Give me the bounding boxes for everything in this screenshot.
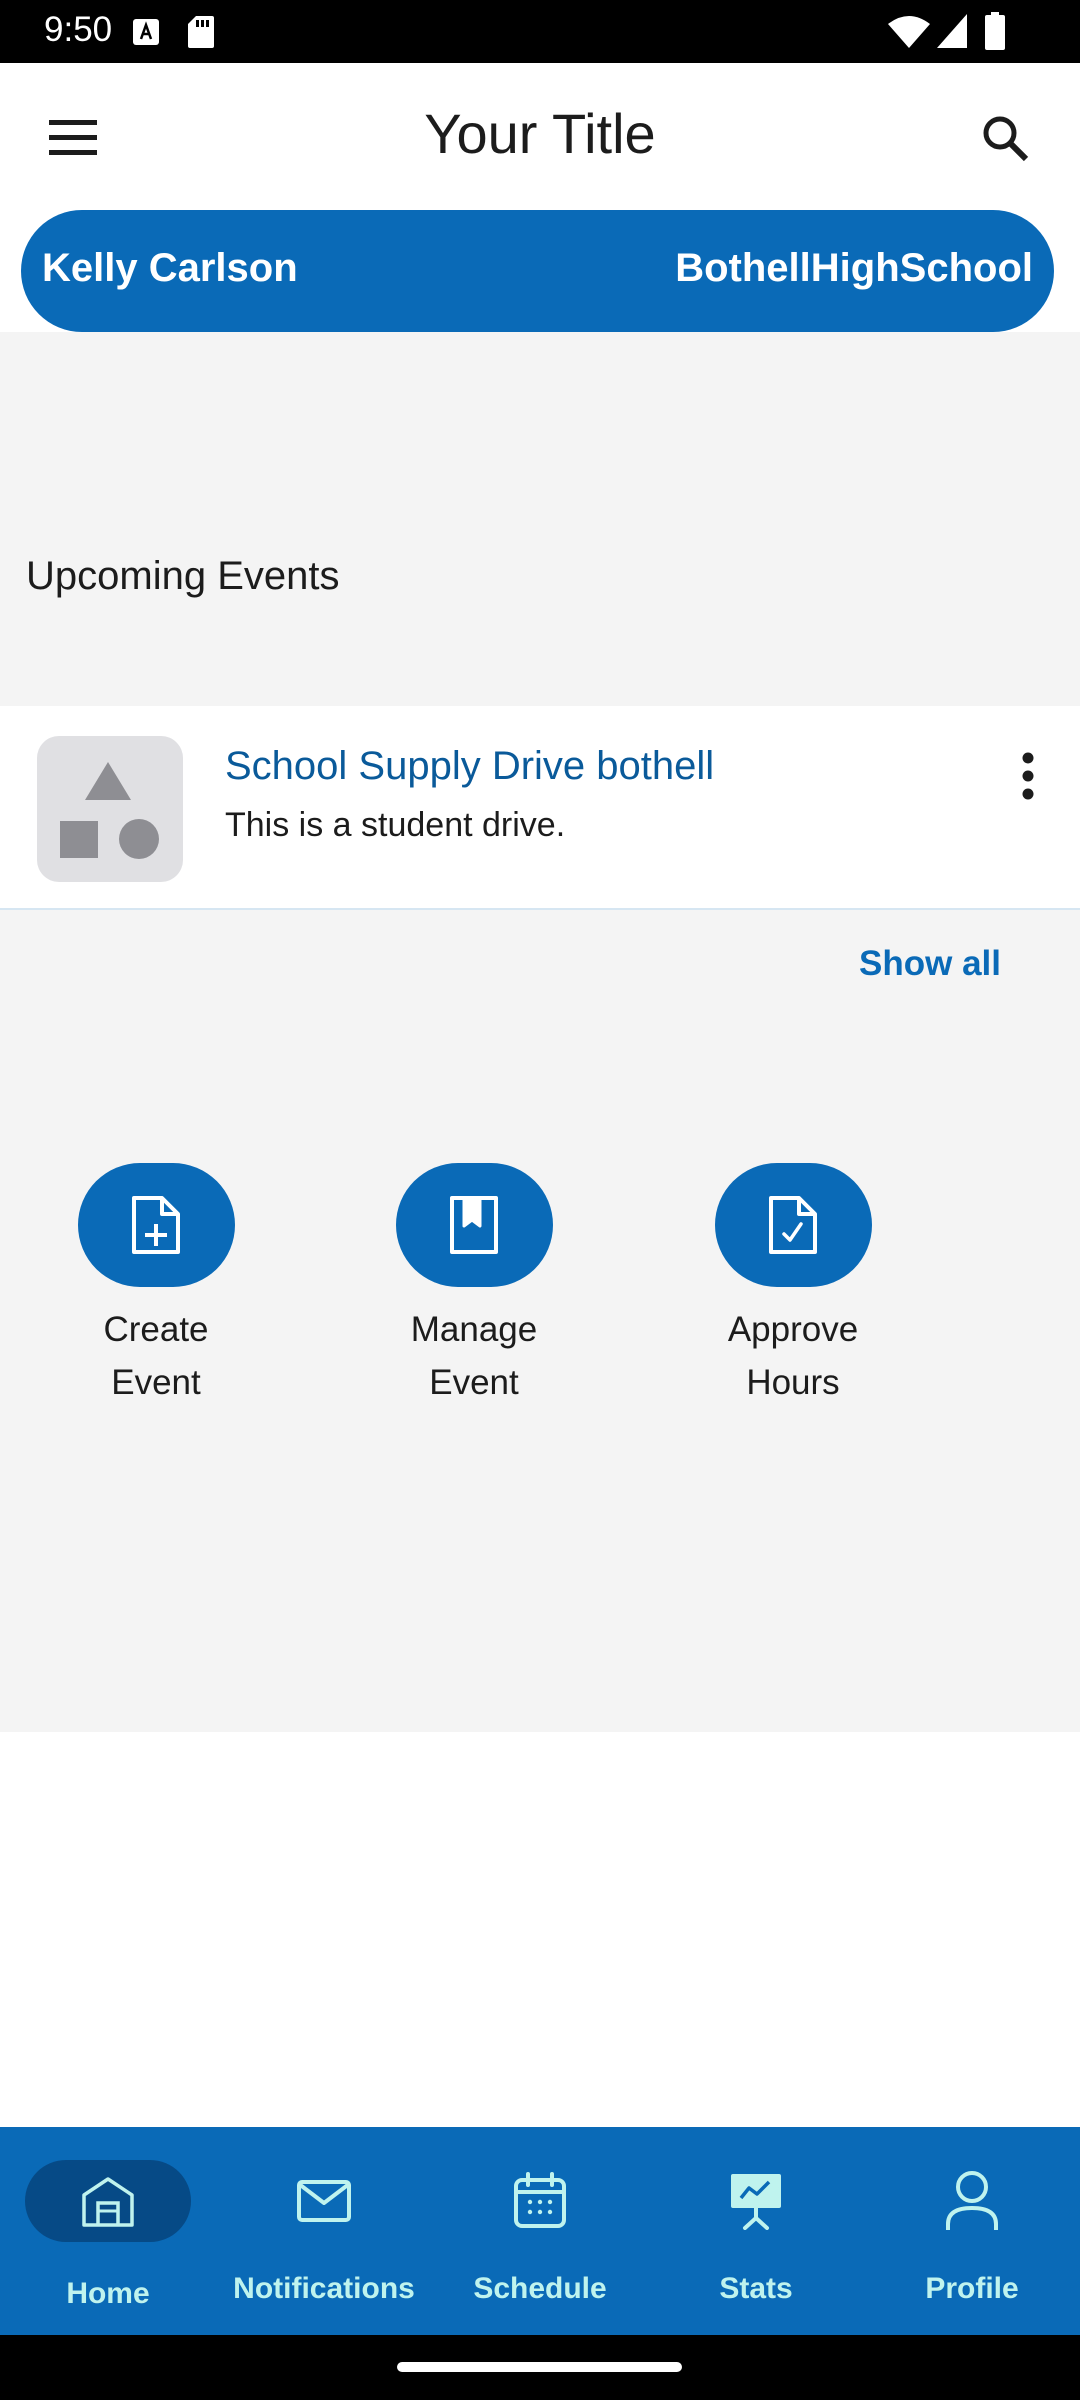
signal-icon bbox=[937, 14, 967, 48]
shapes-placeholder-icon bbox=[60, 762, 159, 859]
manage-event-button[interactable] bbox=[395, 1163, 553, 1287]
nav-active-indicator bbox=[25, 2160, 191, 2242]
action-label-line: Create bbox=[103, 1310, 209, 1349]
create-event-action[interactable]: Create Event bbox=[46, 1163, 266, 1409]
home-gesture-handle[interactable] bbox=[397, 2362, 682, 2372]
status-time: 9:50 bbox=[44, 10, 113, 49]
wifi-icon bbox=[888, 16, 930, 48]
action-label-line: Approve bbox=[727, 1310, 859, 1349]
event-description: This is a student drive. bbox=[225, 806, 566, 844]
nav-item-stats[interactable]: Stats bbox=[648, 2127, 864, 2335]
search-button[interactable] bbox=[970, 103, 1040, 173]
school-name: BothellHighSchool bbox=[675, 246, 1033, 290]
approve-hours-action[interactable]: Approve Hours bbox=[683, 1163, 903, 1409]
action-label-line: Event bbox=[111, 1363, 201, 1402]
search-icon bbox=[983, 116, 1029, 162]
file-check-icon bbox=[769, 1196, 817, 1254]
nav-icon-container bbox=[457, 2160, 623, 2242]
system-gesture-bar bbox=[0, 2335, 1080, 2400]
top-app-bar: Your Title bbox=[0, 63, 1080, 209]
nav-icon-container bbox=[889, 2160, 1055, 2242]
event-title: School Supply Drive bothell bbox=[225, 744, 715, 788]
nav-icon-container bbox=[241, 2160, 407, 2242]
nav-label-home: Home bbox=[66, 2277, 150, 2310]
calendar-icon bbox=[514, 2172, 566, 2228]
bottom-navigation: Home Notifications Schedule Stats Profil… bbox=[0, 2127, 1080, 2335]
nav-label-profile: Profile bbox=[925, 2272, 1019, 2305]
action-label-line: Event bbox=[429, 1363, 519, 1402]
event-more-button[interactable] bbox=[998, 736, 1058, 816]
user-banner: Kelly Carlson BothellHighSchool bbox=[21, 210, 1054, 332]
battery-icon bbox=[985, 12, 1005, 50]
bookmark-file-icon bbox=[450, 1196, 498, 1254]
nav-label-stats: Stats bbox=[719, 2272, 793, 2305]
page-title: Your Title bbox=[424, 102, 656, 165]
user-name: Kelly Carlson bbox=[42, 246, 298, 290]
text-notification-icon bbox=[133, 19, 159, 45]
manage-event-label: Manage Event bbox=[364, 1303, 584, 1409]
nav-item-home[interactable]: Home bbox=[0, 2127, 216, 2335]
home-content: Upcoming Events School Supply Drive both… bbox=[0, 332, 1080, 1732]
mail-icon bbox=[297, 2180, 351, 2222]
sd-card-icon bbox=[188, 16, 214, 48]
nav-item-notifications[interactable]: Notifications bbox=[216, 2127, 432, 2335]
nav-label-notifications: Notifications bbox=[233, 2272, 415, 2305]
nav-label-schedule: Schedule bbox=[473, 2272, 607, 2305]
more-vertical-icon bbox=[1022, 752, 1034, 800]
approve-hours-label: Approve Hours bbox=[683, 1303, 903, 1409]
action-label-line: Hours bbox=[746, 1363, 840, 1402]
home-icon bbox=[82, 2177, 134, 2227]
nav-icon-container bbox=[673, 2160, 839, 2242]
approve-hours-button[interactable] bbox=[714, 1163, 872, 1287]
stats-icon bbox=[731, 2174, 781, 2230]
manage-event-action[interactable]: Manage Event bbox=[364, 1163, 584, 1409]
section-title-upcoming-events: Upcoming Events bbox=[26, 554, 340, 598]
create-event-button[interactable] bbox=[77, 1163, 235, 1287]
action-label-line: Manage bbox=[410, 1310, 538, 1349]
event-list-item[interactable]: School Supply Drive bothell This is a st… bbox=[0, 706, 1080, 910]
status-bar: 9:50 bbox=[0, 0, 1080, 63]
show-all-link[interactable]: Show all bbox=[859, 944, 1001, 984]
create-event-label: Create Event bbox=[46, 1303, 266, 1409]
event-thumbnail bbox=[37, 736, 183, 882]
person-icon bbox=[946, 2171, 998, 2230]
nav-item-schedule[interactable]: Schedule bbox=[432, 2127, 648, 2335]
nav-item-profile[interactable]: Profile bbox=[864, 2127, 1080, 2335]
file-add-icon bbox=[132, 1196, 180, 1254]
